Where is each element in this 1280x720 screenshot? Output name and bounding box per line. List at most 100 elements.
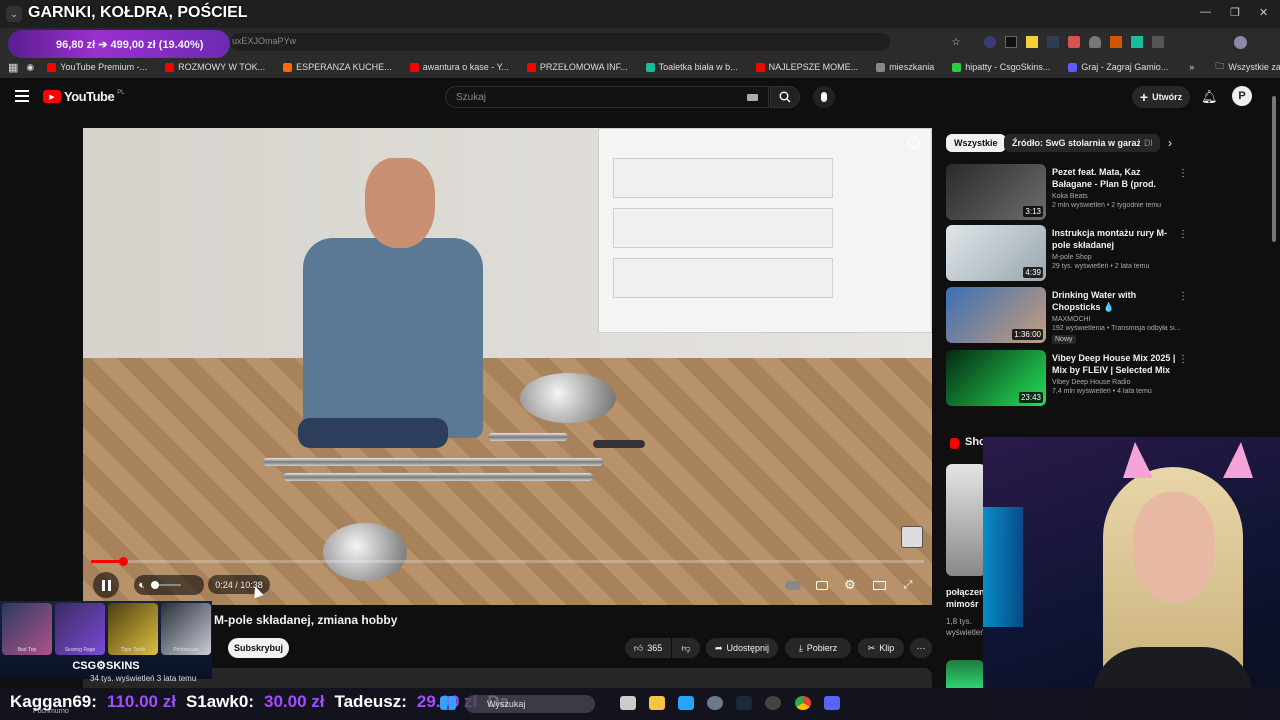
chip-more[interactable]: Dl (1140, 134, 1160, 152)
discord-icon[interactable] (824, 696, 840, 710)
recommendation-channel[interactable]: MAXMOCHI (1052, 316, 1091, 323)
autoplay-toggle[interactable] (782, 576, 804, 594)
volume-slider[interactable] (150, 581, 181, 589)
tab-list-button[interactable]: ⌄ (6, 6, 22, 22)
create-button[interactable]: + Utwórz (1132, 86, 1190, 108)
recommendation-channel[interactable]: Koka Beats (1052, 193, 1088, 200)
share-button[interactable]: ➦ Udostępnij (706, 638, 778, 658)
short-thumbnail[interactable] (946, 464, 986, 576)
extension-icon[interactable] (1110, 36, 1122, 48)
video-thumbnail[interactable]: 3:13 (946, 164, 1046, 220)
more-options-icon[interactable]: ⋮ (1178, 291, 1188, 302)
chip-source[interactable]: Źródło: SwG stolarnia w garażu (1004, 134, 1155, 152)
channel-watermark[interactable] (901, 526, 923, 548)
chrome-icon[interactable] (795, 696, 811, 710)
file-explorer-icon[interactable] (649, 696, 665, 710)
bookmark-item[interactable]: NAJLEPSZE MOME... (747, 62, 868, 72)
scrubber-handle[interactable] (118, 557, 128, 566)
recommendation-item[interactable]: 3:13 Pezet feat. Mata, Kaz Bałagane - Pla… (946, 164, 1188, 222)
bookmark-item[interactable]: YouTube Premium -... (38, 62, 156, 72)
search-input[interactable]: Szukaj (445, 86, 769, 108)
bookmark-item[interactable]: PRZEŁOMOWA INF... (518, 62, 637, 72)
hamburger-menu-icon[interactable] (15, 90, 29, 102)
more-bookmarks-icon[interactable]: » (1177, 62, 1206, 72)
close-icon[interactable]: ✕ (1259, 6, 1268, 19)
youtube-logo[interactable]: ▶ YouTube PL (43, 89, 125, 104)
fullscreen-button[interactable]: ⤢ (899, 576, 917, 594)
extension-icon[interactable] (984, 36, 996, 48)
more-options-icon[interactable]: ⋮ (1178, 354, 1188, 365)
info-icon[interactable]: i (908, 137, 920, 149)
volume-handle[interactable] (150, 581, 159, 589)
recommendation-title[interactable]: Vibey Deep House Mix 2025 | Mix by FLEIV… (1052, 352, 1176, 376)
bookmark-label: ESPERANZA KUCHE... (296, 62, 392, 72)
puzzle-icon[interactable] (1152, 36, 1164, 48)
extension-icon[interactable] (1005, 36, 1017, 48)
url-field[interactable]: uxEXJOmaPYw (230, 33, 890, 51)
recommendation-title[interactable]: Drinking Water with Chopsticks 💧 (1052, 289, 1176, 313)
task-view-icon[interactable] (620, 696, 636, 710)
like-button[interactable]: 👍︎ 365 (625, 638, 671, 658)
subtitles-button[interactable] (813, 576, 831, 594)
short-thumbnail-partial[interactable] (946, 660, 984, 688)
dislike-button[interactable]: 👎︎ (672, 638, 700, 658)
profile-avatar[interactable] (1234, 36, 1247, 49)
download-button[interactable]: ⤓ Pobierz (785, 638, 851, 658)
minimize-icon[interactable]: — (1200, 6, 1211, 18)
chips-next-icon[interactable]: › (1168, 136, 1172, 150)
video-thumbnail[interactable]: 1:36:00 (946, 287, 1046, 343)
recommendation-item[interactable]: 1:36:00 Drinking Water with Chopsticks 💧 M… (946, 287, 1188, 345)
bookmark-item[interactable]: hipatty - CsgoSkins... (943, 62, 1059, 72)
video-player[interactable]: i (83, 128, 932, 605)
subscribe-button[interactable]: Subskrybuj (228, 638, 289, 658)
recommendation-title[interactable]: Instrukcja montażu rury M-pole składanej (1052, 227, 1176, 251)
windows-start-icon[interactable] (440, 696, 456, 710)
recommendation-item[interactable]: 23:43 Vibey Deep House Mix 2025 | Mix by … (946, 350, 1188, 408)
sidebar-scrollbar[interactable] (1272, 96, 1276, 242)
settings-app-icon[interactable] (707, 696, 723, 710)
extension-icon[interactable] (1047, 36, 1059, 48)
recommendation-title[interactable]: Pezet feat. Mata, Kaz Bałagane - Plan B … (1052, 166, 1176, 190)
restore-icon[interactable]: ❐ (1230, 6, 1240, 19)
more-options-icon[interactable]: ⋮ (1178, 168, 1188, 179)
steam-icon[interactable] (736, 696, 752, 710)
search-button[interactable] (770, 86, 800, 108)
keyboard-icon[interactable] (747, 94, 758, 101)
bookmark-icon[interactable]: ◉ (26, 62, 38, 73)
recommendation-channel[interactable]: Vibey Deep House Radio (1052, 379, 1130, 386)
extension-icon[interactable] (1131, 36, 1143, 48)
taskbar-search[interactable]: Wyszukaj (465, 695, 595, 713)
mute-button[interactable]: 🔇︎ (134, 575, 204, 595)
settings-button[interactable]: ⚙ (841, 576, 859, 594)
bookmark-item[interactable]: ROZMOWY W TOK... (156, 62, 274, 72)
recommendation-item[interactable]: 4:39 Instrukcja montażu rury M-pole skład… (946, 225, 1188, 283)
store-icon[interactable] (678, 696, 694, 710)
extension-icon[interactable] (1089, 36, 1101, 48)
chip-all[interactable]: Wszystkie (946, 134, 1006, 152)
progress-bar[interactable] (91, 560, 924, 563)
bookmark-item[interactable]: mieszkania (867, 62, 943, 72)
account-avatar[interactable]: P (1232, 86, 1252, 106)
extension-icons[interactable] (984, 36, 1184, 50)
bookmark-item[interactable]: awantura o kase - Y... (401, 62, 518, 72)
all-bookmarks-folder[interactable]: 🗀Wszystkie zakładki (1206, 59, 1280, 75)
extension-icon[interactable] (1068, 36, 1080, 48)
notifications-bell-icon[interactable]: 🔔︎ (1201, 89, 1218, 105)
more-actions-button[interactable]: ⋯ (910, 638, 932, 658)
pause-button[interactable] (93, 572, 119, 598)
bookmark-item[interactable]: Toaletka biała w b... (637, 62, 747, 72)
bookmark-item[interactable]: ESPERANZA KUCHE... (274, 62, 401, 72)
star-icon[interactable]: ☆ (949, 35, 963, 49)
voice-search-button[interactable] (813, 86, 835, 108)
short-title[interactable]: połączen mimośr (946, 586, 984, 612)
bookmark-item[interactable]: Graj - Zagraj Gamio... (1059, 62, 1177, 72)
apps-grid-icon[interactable]: ▦ (0, 61, 26, 74)
extension-icon[interactable] (1026, 36, 1038, 48)
recommendation-channel[interactable]: M-pole Shop (1052, 254, 1092, 261)
app-icon[interactable] (765, 696, 781, 710)
more-options-icon[interactable]: ⋮ (1178, 229, 1188, 240)
clip-button[interactable]: ✂ Klip (858, 638, 904, 658)
video-thumbnail[interactable]: 23:43 (946, 350, 1046, 406)
video-thumbnail[interactable]: 4:39 (946, 225, 1046, 281)
theater-mode-button[interactable] (870, 576, 888, 594)
